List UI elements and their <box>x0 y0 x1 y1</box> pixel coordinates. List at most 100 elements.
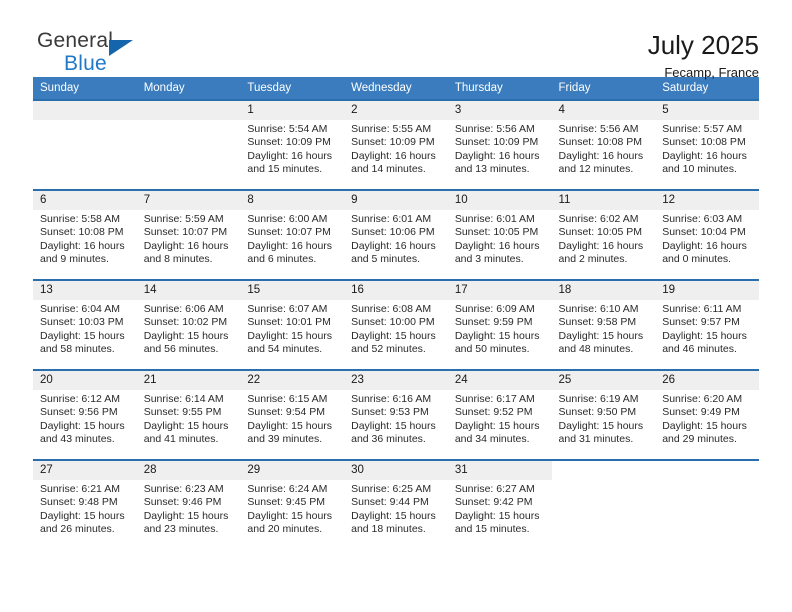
weekday-header-monday: Monday <box>136 77 241 100</box>
calendar-table: Sunday Monday Tuesday Wednesday Thursday… <box>33 77 759 550</box>
day-details: Sunrise: 6:08 AM Sunset: 10:00 PM Daylight… <box>344 300 448 356</box>
sunset-text: Sunset: 9:44 PM <box>351 496 429 509</box>
daylight-text-line2: and 29 minutes. <box>662 432 737 445</box>
calendar-body: 1 Sunrise: 5:54 AM Sunset: 10:09 PM Dayligh… <box>33 99 759 550</box>
day-number: 15 <box>240 281 345 300</box>
daylight-text-line1: Daylight: 16 hours <box>40 239 125 252</box>
sunrise-text: Sunrise: 5:58 AM <box>40 213 120 225</box>
daylight-text-line1: Daylight: 15 hours <box>558 329 644 342</box>
sunrise-text: Sunrise: 5:56 AM <box>454 123 535 135</box>
day-details: Sunrise: 6:16 AM Sunset: 9:53 PM Daylight:… <box>344 390 448 446</box>
daylight-text-line2: and 39 minutes. <box>247 432 323 445</box>
daylight-text-line1: Daylight: 15 hours <box>454 419 540 432</box>
calendar-cell-day[interactable]: 2 Sunrise: 5:55 AM Sunset: 10:09 PM Dayligh… <box>344 99 448 190</box>
calendar-cell-day[interactable]: 28 Sunrise: 6:23 AM Sunset: 9:46 PM Dayligh… <box>136 459 241 550</box>
calendar-cell-day[interactable]: 27 Sunrise: 6:21 AM Sunset: 9:48 PM Dayligh… <box>33 459 137 550</box>
daylight-text-line2: and 46 minutes. <box>662 342 737 355</box>
sunset-text: Sunset: 10:07 PM <box>247 226 331 239</box>
day-number: 29 <box>240 461 345 480</box>
day-details: Sunrise: 5:57 AM Sunset: 10:08 PM Daylight… <box>655 120 759 176</box>
sunrise-text: Sunrise: 5:56 AM <box>558 123 639 135</box>
daylight-text-line2: and 56 minutes. <box>143 342 219 355</box>
daylight-text-line1: Daylight: 16 hours <box>454 149 540 162</box>
brand-triangle-icon <box>109 40 133 56</box>
calendar-cell-day[interactable]: 9 Sunrise: 6:01 AM Sunset: 10:06 PM Dayligh… <box>344 189 448 280</box>
sunrise-text: Sunrise: 5:54 AM <box>247 123 328 135</box>
calendar-cell-day[interactable]: 30 Sunrise: 6:25 AM Sunset: 9:44 PM Dayligh… <box>344 459 448 550</box>
weekday-header-friday: Friday <box>551 77 656 100</box>
calendar-cell-day[interactable]: 23 Sunrise: 6:16 AM Sunset: 9:53 PM Dayligh… <box>344 369 448 460</box>
calendar-cell-day[interactable]: 25 Sunrise: 6:19 AM Sunset: 9:50 PM Dayligh… <box>551 369 656 460</box>
daylight-text-line2: and 52 minutes. <box>351 342 426 355</box>
day-details: Sunrise: 6:19 AM Sunset: 9:50 PM Daylight:… <box>552 390 656 446</box>
brand-logo[interactable]: General Blue <box>33 30 167 80</box>
daylight-text-line2: and 9 minutes. <box>40 252 109 265</box>
calendar-cell-day[interactable]: 13 Sunrise: 6:04 AM Sunset: 10:03 PM Daylig… <box>33 279 137 370</box>
sunrise-text: Sunrise: 5:59 AM <box>143 213 224 225</box>
sunrise-text: Sunrise: 6:11 AM <box>662 303 742 315</box>
day-details: Sunrise: 6:11 AM Sunset: 9:57 PM Daylight:… <box>655 300 759 356</box>
calendar-cell-day[interactable]: 22 Sunrise: 6:15 AM Sunset: 9:54 PM Dayligh… <box>240 369 345 460</box>
daylight-text-line2: and 0 minutes. <box>662 252 732 265</box>
calendar-cell-day[interactable]: 1 Sunrise: 5:54 AM Sunset: 10:09 PM Dayligh… <box>240 99 345 190</box>
day-details: Sunrise: 6:06 AM Sunset: 10:02 PM Daylight… <box>137 300 241 356</box>
daylight-text-line2: and 12 minutes. <box>558 162 634 175</box>
day-number: 26 <box>655 371 759 390</box>
daylight-text-line2: and 13 minutes. <box>454 162 530 175</box>
day-number: 20 <box>33 371 137 390</box>
sunrise-text: Sunrise: 6:24 AM <box>247 483 328 495</box>
daylight-text-line1: Daylight: 16 hours <box>558 239 644 252</box>
sunset-text: Sunset: 9:56 PM <box>40 406 118 419</box>
sunrise-text: Sunrise: 6:15 AM <box>247 393 328 405</box>
calendar-cell-day[interactable]: 4 Sunrise: 5:56 AM Sunset: 10:08 PM Dayligh… <box>551 99 656 190</box>
calendar-cell-day[interactable]: 10 Sunrise: 6:01 AM Sunset: 10:05 PM Daylig… <box>447 189 552 280</box>
day-details: Sunrise: 6:09 AM Sunset: 9:59 PM Daylight:… <box>448 300 552 356</box>
sunrise-text: Sunrise: 6:08 AM <box>351 303 432 315</box>
day-number: 25 <box>551 371 656 390</box>
day-number: 9 <box>344 191 448 210</box>
sunrise-text: Sunrise: 6:00 AM <box>247 213 328 225</box>
calendar-cell-day[interactable]: 21 Sunrise: 6:14 AM Sunset: 9:55 PM Dayligh… <box>136 369 241 460</box>
sunrise-text: Sunrise: 6:09 AM <box>454 303 535 315</box>
daylight-text-line1: Daylight: 15 hours <box>454 509 540 522</box>
brand-name-blue: Blue <box>64 52 107 75</box>
day-number: 28 <box>136 461 241 480</box>
day-number: 12 <box>655 191 759 210</box>
day-number: 16 <box>344 281 448 300</box>
sunset-text: Sunset: 9:49 PM <box>662 406 740 419</box>
calendar-cell-day[interactable]: 7 Sunrise: 5:59 AM Sunset: 10:07 PM Dayligh… <box>136 189 241 280</box>
daylight-text-line1: Daylight: 15 hours <box>143 419 229 432</box>
calendar-cell-day[interactable]: 24 Sunrise: 6:17 AM Sunset: 9:52 PM Dayligh… <box>447 369 552 460</box>
daylight-text-line2: and 5 minutes. <box>351 252 420 265</box>
sunset-text: Sunset: 10:09 PM <box>247 136 331 149</box>
calendar-cell-day[interactable]: 18 Sunrise: 6:10 AM Sunset: 9:58 PM Dayligh… <box>551 279 656 370</box>
daylight-text-line2: and 54 minutes. <box>247 342 323 355</box>
daylight-text-line1: Daylight: 15 hours <box>247 509 333 522</box>
day-number <box>136 101 241 120</box>
sunset-text: Sunset: 10:08 PM <box>558 136 642 149</box>
calendar-cell-day[interactable]: 19 Sunrise: 6:11 AM Sunset: 9:57 PM Dayligh… <box>655 279 759 370</box>
daylight-text-line2: and 50 minutes. <box>454 342 530 355</box>
calendar-cell-day[interactable]: 31 Sunrise: 6:27 AM Sunset: 9:42 PM Dayligh… <box>447 459 552 550</box>
calendar-cell-day[interactable]: 15 Sunrise: 6:07 AM Sunset: 10:01 PM Daylig… <box>240 279 345 370</box>
sunrise-text: Sunrise: 6:01 AM <box>351 213 432 225</box>
calendar-cell-day[interactable]: 6 Sunrise: 5:58 AM Sunset: 10:08 PM Dayligh… <box>33 189 137 280</box>
calendar-cell-day[interactable]: 16 Sunrise: 6:08 AM Sunset: 10:00 PM Daylig… <box>344 279 448 370</box>
calendar-cell-day[interactable]: 20 Sunrise: 6:12 AM Sunset: 9:56 PM Dayligh… <box>33 369 137 460</box>
calendar-cell-day[interactable]: 5 Sunrise: 5:57 AM Sunset: 10:08 PM Dayligh… <box>655 99 759 190</box>
daylight-text-line2: and 41 minutes. <box>143 432 219 445</box>
day-details: Sunrise: 6:03 AM Sunset: 10:04 PM Daylight… <box>655 210 759 266</box>
calendar-cell-day[interactable]: 14 Sunrise: 6:06 AM Sunset: 10:02 PM Daylig… <box>136 279 241 370</box>
calendar-cell-day[interactable]: 11 Sunrise: 6:02 AM Sunset: 10:05 PM Daylig… <box>551 189 656 280</box>
daylight-text-line2: and 34 minutes. <box>454 432 530 445</box>
calendar-week-row: 6 Sunrise: 5:58 AM Sunset: 10:08 PM Dayligh… <box>33 189 759 280</box>
day-details: Sunrise: 6:12 AM Sunset: 9:56 PM Daylight:… <box>33 390 137 446</box>
calendar-cell-day[interactable]: 8 Sunrise: 6:00 AM Sunset: 10:07 PM Dayligh… <box>240 189 345 280</box>
calendar-cell-day[interactable]: 12 Sunrise: 6:03 AM Sunset: 10:04 PM Daylig… <box>655 189 759 280</box>
calendar-cell-day[interactable]: 3 Sunrise: 5:56 AM Sunset: 10:09 PM Dayligh… <box>447 99 552 190</box>
calendar-cell-day[interactable]: 26 Sunrise: 6:20 AM Sunset: 9:49 PM Dayligh… <box>655 369 759 460</box>
calendar-cell-day[interactable]: 29 Sunrise: 6:24 AM Sunset: 9:45 PM Dayligh… <box>240 459 345 550</box>
day-number: 6 <box>33 191 137 210</box>
calendar-cell-day[interactable]: 17 Sunrise: 6:09 AM Sunset: 9:59 PM Dayligh… <box>447 279 552 370</box>
page-subtitle: Fecamp, France <box>664 65 759 81</box>
